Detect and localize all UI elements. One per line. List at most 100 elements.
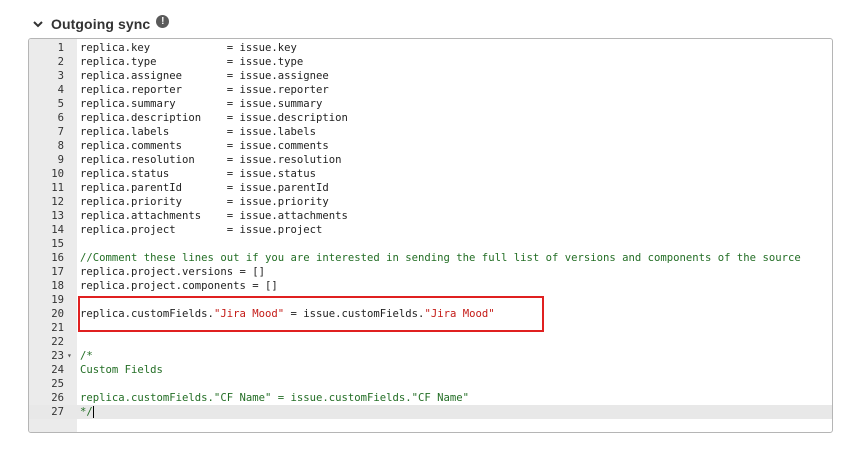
code-token: */ [80, 406, 93, 418]
line-number: 11 [51, 182, 64, 194]
code-token: replica.priority = issue.priority [80, 196, 329, 208]
code-token: replica.assignee = issue.assignee [80, 70, 329, 82]
line-number: 7 [57, 126, 64, 138]
line-number: 25 [51, 378, 64, 390]
code-token: replica.customFields."CF Name" = issue.c… [80, 392, 470, 404]
code-text[interactable]: /* [80, 349, 93, 363]
line-number: 15 [51, 238, 64, 250]
line-number: 4 [57, 84, 64, 96]
code-token: replica.type = issue.type [80, 56, 304, 68]
code-text[interactable]: replica.attachments = issue.attachments [80, 209, 348, 223]
code-line[interactable]: 2 replica.type = issue.type [29, 55, 832, 69]
code-text[interactable]: replica.customFields."CF Name" = issue.c… [80, 391, 469, 405]
code-line[interactable]: 23 ▾ /* [29, 349, 832, 363]
code-token: replica.resolution = issue.resolution [80, 154, 342, 166]
code-text[interactable]: replica.reporter = issue.reporter [80, 83, 329, 97]
code-line[interactable]: 10 replica.status = issue.status [29, 167, 832, 181]
code-line[interactable]: 17 replica.project.versions = [] [29, 265, 832, 279]
code-token: Custom Fields [80, 364, 163, 376]
code-token: replica.reporter = issue.reporter [80, 84, 329, 96]
line-number: 5 [57, 98, 64, 110]
text-cursor [92, 406, 94, 418]
fold-toggle-icon[interactable]: ▾ [67, 349, 72, 363]
line-number: 27 [51, 406, 64, 418]
section-title: Outgoing sync [51, 16, 151, 32]
code-line[interactable]: 26 replica.customFields."CF Name" = issue… [29, 391, 832, 405]
code-editor[interactable]: 1 replica.key = issue.key 2 replica.type = … [28, 38, 833, 433]
code-line[interactable]: 3 replica.assignee = issue.assignee [29, 69, 832, 83]
chevron-down-icon[interactable] [32, 18, 44, 30]
code-line[interactable]: 4 replica.reporter = issue.reporter [29, 83, 832, 97]
code-token: replica.summary = issue.summary [80, 98, 323, 110]
line-number: 2 [57, 56, 64, 68]
code-token: replica.parentId = issue.parentId [80, 182, 329, 194]
line-number: 1 [57, 42, 64, 54]
highlight-box [78, 296, 544, 332]
line-number: 22 [51, 336, 64, 348]
code-line[interactable]: 22 [29, 335, 832, 349]
line-number: 16 [51, 252, 64, 264]
line-number: 23 [51, 350, 64, 362]
code-token: replica.description = issue.description [80, 112, 348, 124]
code-text[interactable]: replica.status = issue.status [80, 167, 316, 181]
code-line[interactable]: 24 Custom Fields [29, 363, 832, 377]
code-token: replica.attachments = issue.attachments [80, 210, 348, 222]
code-line[interactable]: 1 replica.key = issue.key [29, 41, 832, 55]
line-number: 17 [51, 266, 64, 278]
line-number: 18 [51, 280, 64, 292]
line-number: 26 [51, 392, 64, 404]
code-line[interactable]: 5 replica.summary = issue.summary [29, 97, 832, 111]
code-text[interactable]: replica.priority = issue.priority [80, 195, 329, 209]
code-line[interactable]: 9 replica.resolution = issue.resolution [29, 153, 832, 167]
line-number: 24 [51, 364, 64, 376]
code-line[interactable]: 18 replica.project.components = [] [29, 279, 832, 293]
code-text[interactable]: replica.project.components = [] [80, 279, 278, 293]
code-text[interactable]: replica.parentId = issue.parentId [80, 181, 329, 195]
code-token: replica.project = issue.project [80, 224, 323, 236]
code-line[interactable]: 13 replica.attachments = issue.attachment… [29, 209, 832, 223]
line-number: 10 [51, 168, 64, 180]
code-line[interactable]: 27 */ [29, 405, 832, 419]
line-number: 19 [51, 294, 64, 306]
line-number: 12 [51, 196, 64, 208]
line-number: 3 [57, 70, 64, 82]
code-text[interactable]: replica.project = issue.project [80, 223, 322, 237]
line-number: 21 [51, 322, 64, 334]
outgoing-sync-header[interactable]: Outgoing sync ! [32, 13, 170, 35]
code-line[interactable]: 25 [29, 377, 832, 391]
code-text[interactable]: replica.comments = issue.comments [80, 139, 329, 153]
line-number: 20 [51, 308, 64, 320]
code-line[interactable]: 8 replica.comments = issue.comments [29, 139, 832, 153]
code-token: /* [80, 350, 93, 362]
code-text[interactable]: //Comment these lines out if you are int… [80, 251, 801, 265]
code-text[interactable]: replica.assignee = issue.assignee [80, 69, 329, 83]
code-line[interactable]: 7 replica.labels = issue.labels [29, 125, 832, 139]
code-token: replica.project.components = [] [80, 280, 278, 292]
code-token: replica.labels = issue.labels [80, 126, 316, 138]
code-text[interactable]: replica.key = issue.key [80, 41, 297, 55]
line-number: 13 [51, 210, 64, 222]
line-number: 14 [51, 224, 64, 236]
code-line[interactable]: 6 replica.description = issue.description [29, 111, 832, 125]
code-line[interactable]: 16 //Comment these lines out if you are i… [29, 251, 832, 265]
code-line[interactable]: 15 [29, 237, 832, 251]
code-token: replica.project.versions = [] [80, 266, 265, 278]
code-line[interactable]: 12 replica.priority = issue.priority [29, 195, 832, 209]
code-line[interactable]: 11 replica.parentId = issue.parentId [29, 181, 832, 195]
line-number: 9 [57, 154, 64, 166]
code-text[interactable]: */ [80, 405, 94, 419]
code-token: //Comment these lines out if you are int… [80, 252, 801, 264]
code-text[interactable]: replica.resolution = issue.resolution [80, 153, 342, 167]
code-text[interactable]: replica.description = issue.description [80, 111, 348, 125]
code-text[interactable]: replica.summary = issue.summary [80, 97, 322, 111]
code-text[interactable]: replica.type = issue.type [80, 55, 303, 69]
line-number: 8 [57, 140, 64, 152]
info-icon[interactable]: ! [156, 14, 170, 28]
code-text[interactable]: replica.labels = issue.labels [80, 125, 316, 139]
code-text[interactable]: replica.project.versions = [] [80, 265, 265, 279]
code-line[interactable]: 14 replica.project = issue.project [29, 223, 832, 237]
code-text[interactable]: Custom Fields [80, 363, 163, 377]
line-number: 6 [57, 112, 64, 124]
code-token: replica.comments = issue.comments [80, 140, 329, 152]
code-lines[interactable]: 1 replica.key = issue.key 2 replica.type = … [29, 41, 832, 419]
